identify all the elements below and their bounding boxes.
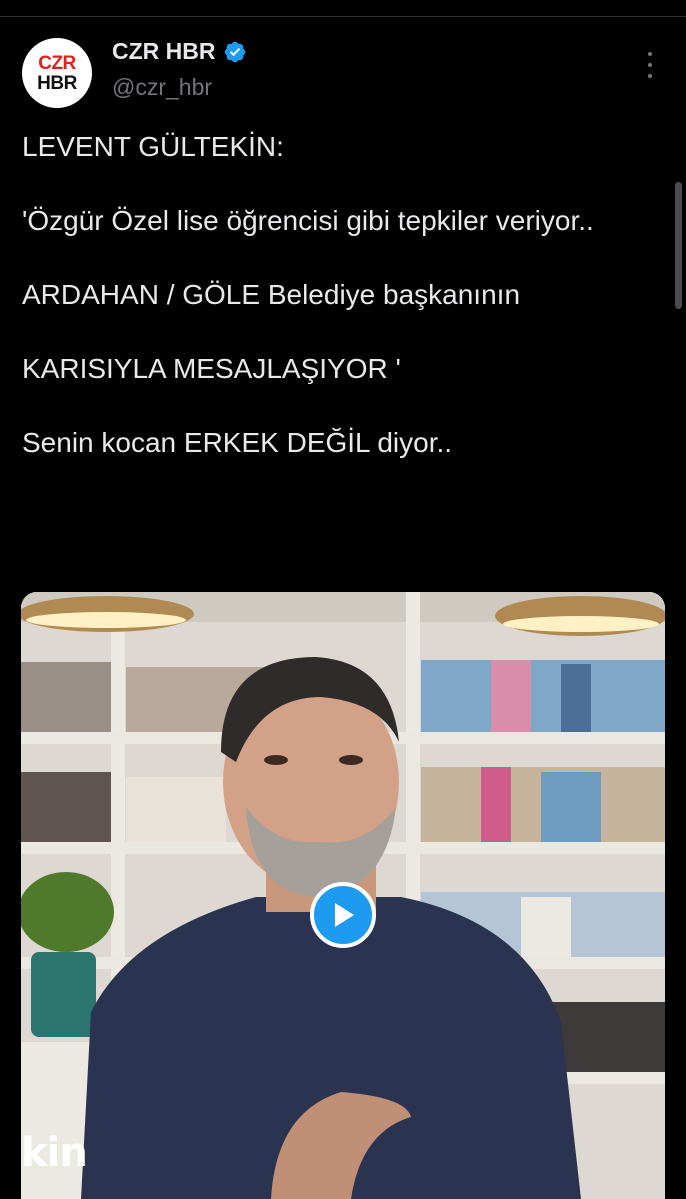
avatar[interactable]: CZR HBR — [22, 38, 92, 108]
author-handle[interactable]: @czr_hbr — [112, 74, 212, 101]
play-button[interactable] — [310, 882, 376, 948]
avatar-text-czr: CZR — [38, 52, 76, 74]
play-icon — [335, 903, 354, 927]
more-vertical-icon[interactable] — [640, 52, 660, 78]
scrollbar[interactable] — [675, 182, 682, 309]
avatar-text-hbr: HBR — [37, 72, 77, 94]
video-overlay-caption: kin — [21, 1130, 88, 1176]
author-name-row: CZR HBR — [112, 38, 247, 65]
display-name[interactable]: CZR HBR — [112, 38, 216, 65]
top-divider — [0, 0, 686, 17]
video-player[interactable]: kin — [21, 592, 665, 1199]
tweet-text: LEVENT GÜLTEKİN: 'Özgür Özel lise öğrenc… — [22, 131, 594, 458]
verified-badge-icon — [224, 41, 245, 62]
